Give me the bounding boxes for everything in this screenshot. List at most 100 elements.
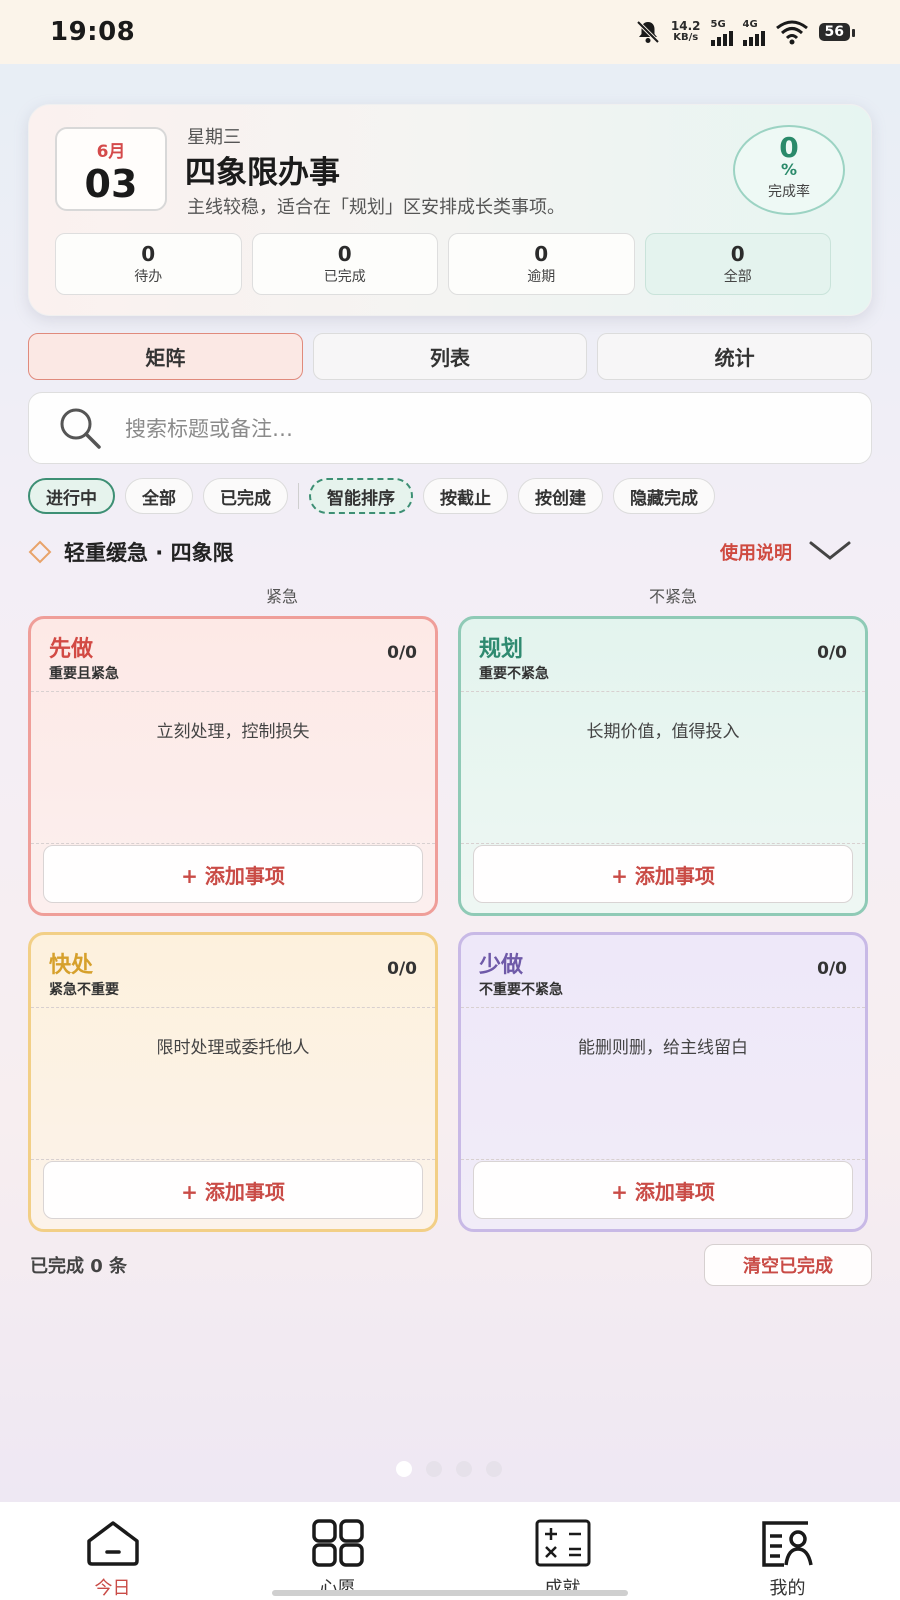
nav-achievements[interactable]: 成就 — [493, 1502, 633, 1600]
quadrant-subtitle: 重要且紧急 — [49, 666, 119, 682]
quadrant-quick: 快处 紧急不重要 0/0 限时处理或委托他人 + 添加事项 — [28, 932, 438, 1232]
chip-hide-completed[interactable]: 隐藏完成 — [613, 478, 715, 514]
quadrant-less: 少做 不重要不紧急 0/0 能删则删，给主线留白 + 添加事项 — [458, 932, 868, 1232]
home-indicator[interactable] — [272, 1590, 628, 1596]
net-speed-value: 14.2 — [670, 19, 701, 33]
battery-icon: 56 — [818, 23, 856, 41]
completion-unit: % — [780, 160, 798, 179]
chevron-down-icon[interactable] — [808, 538, 852, 564]
stat-all[interactable]: 0 全部 — [644, 233, 831, 295]
quadrant-plan: 规划 重要不紧急 0/0 长期价值，值得投入 + 添加事项 — [458, 616, 868, 916]
tab-stats[interactable]: 统计 — [597, 333, 873, 380]
signal-bars-icon — [710, 30, 733, 46]
chip-sort-created[interactable]: 按创建 — [518, 478, 603, 514]
quadrant-title: 少做 — [479, 953, 524, 978]
mute-bell-icon — [636, 20, 660, 44]
weekday-label: 星期三 — [187, 127, 241, 148]
search-bar[interactable]: 搜索标题或备注… — [28, 392, 872, 464]
quadrant-subtitle: 紧急不重要 — [49, 982, 119, 998]
axis-urgent: 紧急 — [266, 587, 299, 606]
stat-label: 逾期 — [527, 269, 556, 285]
chip-divider — [298, 483, 299, 509]
quadrant-subtitle: 不重要不紧急 — [479, 982, 563, 998]
quadrant-subtitle: 重要不紧急 — [479, 666, 549, 682]
clear-completed-button[interactable]: 清空已完成 — [704, 1244, 872, 1286]
page-title: 四象限办事 — [185, 155, 340, 191]
stat-completed[interactable]: 0 已完成 — [251, 233, 438, 295]
divider — [31, 1159, 435, 1160]
help-link[interactable]: 使用说明 — [720, 539, 792, 565]
page-dot — [396, 1461, 412, 1477]
chip-in-progress[interactable]: 进行中 — [28, 478, 115, 514]
status-bar: 19:08 14.2 KB/s 5G 4G 56 — [0, 0, 900, 64]
quadrant-hint: 立刻处理，控制损失 — [156, 722, 310, 742]
quadrant-title: 快处 — [49, 953, 94, 978]
status-icons: 14.2 KB/s 5G 4G 56 — [635, 18, 856, 46]
stat-pending[interactable]: 0 待办 — [55, 233, 242, 295]
add-item-button[interactable]: + 添加事项 — [473, 1161, 853, 1219]
quadrant-title: 规划 — [479, 637, 524, 662]
divider — [31, 843, 435, 844]
stat-label: 全部 — [723, 269, 752, 285]
divider — [461, 691, 865, 692]
summary-card: 6月 03 星期三 四象限办事 主线较稳，适合在「规划」区安排成长类事项。 0 … — [28, 104, 872, 316]
quadrant-hint: 能删则删，给主线留白 — [578, 1038, 748, 1058]
network-speed: 14.2 KB/s — [671, 20, 701, 44]
page-dot — [426, 1461, 442, 1477]
add-item-button[interactable]: + 添加事项 — [473, 845, 853, 903]
net-speed-unit: KB/s — [673, 32, 699, 43]
completion-value: 0 — [779, 131, 799, 164]
signal-4g: 4G — [742, 18, 765, 46]
view-tabs: 矩阵 列表 统计 — [28, 333, 873, 380]
completion-rate-badge: 0 % 完成率 — [733, 125, 845, 215]
quadrant-title: 先做 — [49, 637, 94, 662]
nav-today[interactable]: 今日 — [43, 1502, 183, 1600]
nav-profile[interactable]: 我的 — [718, 1502, 858, 1600]
completion-label: 完成率 — [768, 184, 810, 200]
diamond-icon — [28, 540, 52, 564]
quadrant-hint: 限时处理或委托他人 — [156, 1038, 310, 1058]
quadrant-count: 0/0 — [817, 959, 847, 979]
divider — [31, 1007, 435, 1008]
signal-bars-icon — [742, 30, 765, 46]
stat-label: 已完成 — [323, 269, 366, 285]
quadrant-count: 0/0 — [387, 643, 417, 663]
stat-label: 待办 — [134, 269, 163, 285]
chip-sort-deadline[interactable]: 按截止 — [423, 478, 508, 514]
divider — [461, 1007, 865, 1008]
nav-label: 心愿 — [319, 1578, 356, 1599]
date-badge: 6月 03 — [55, 127, 167, 211]
chip-completed[interactable]: 已完成 — [203, 478, 288, 514]
date-day: 03 — [84, 162, 138, 206]
axis-not-urgent: 不紧急 — [649, 587, 698, 606]
stat-value: 0 — [730, 242, 745, 266]
search-icon — [60, 408, 101, 449]
nav-wishes[interactable]: 心愿 — [268, 1502, 408, 1600]
signal-4g-label: 4G — [742, 18, 758, 30]
quadrant-hint: 长期价值，值得投入 — [586, 722, 740, 742]
add-item-button[interactable]: + 添加事项 — [43, 1161, 423, 1219]
page-indicator — [396, 1461, 502, 1477]
quadrant-count: 0/0 — [817, 643, 847, 663]
section-header: 轻重缓急 · 四象限 使用说明 — [28, 536, 872, 568]
filter-chips: 进行中 全部 已完成 智能排序 按截止 按创建 隐藏完成 — [28, 476, 900, 516]
add-item-button[interactable]: + 添加事项 — [43, 845, 423, 903]
chip-all[interactable]: 全部 — [125, 478, 193, 514]
date-month: 6月 — [96, 142, 126, 162]
signal-5g-label: 5G — [710, 18, 726, 30]
grid-icon — [311, 1519, 364, 1567]
quadrant-count: 0/0 — [387, 959, 417, 979]
tab-matrix[interactable]: 矩阵 — [28, 333, 303, 380]
section-title: 轻重缓急 · 四象限 — [64, 541, 234, 565]
chip-smart-sort[interactable]: 智能排序 — [309, 478, 413, 514]
stat-overdue[interactable]: 0 逾期 — [448, 233, 635, 295]
wifi-icon — [775, 20, 808, 45]
divider — [461, 1159, 865, 1160]
stats-row: 0 待办 0 已完成 0 逾期 0 全部 — [55, 233, 831, 295]
page-subtitle: 主线较稳，适合在「规划」区安排成长类事项。 — [187, 197, 565, 218]
calculator-icon — [535, 1519, 590, 1567]
quadrant-do-first: 先做 重要且紧急 0/0 立刻处理，控制损失 + 添加事项 — [28, 616, 438, 916]
page-dot — [456, 1461, 472, 1477]
tab-list[interactable]: 列表 — [312, 333, 588, 380]
search-input[interactable]: 搜索标题或备注… — [125, 413, 293, 443]
